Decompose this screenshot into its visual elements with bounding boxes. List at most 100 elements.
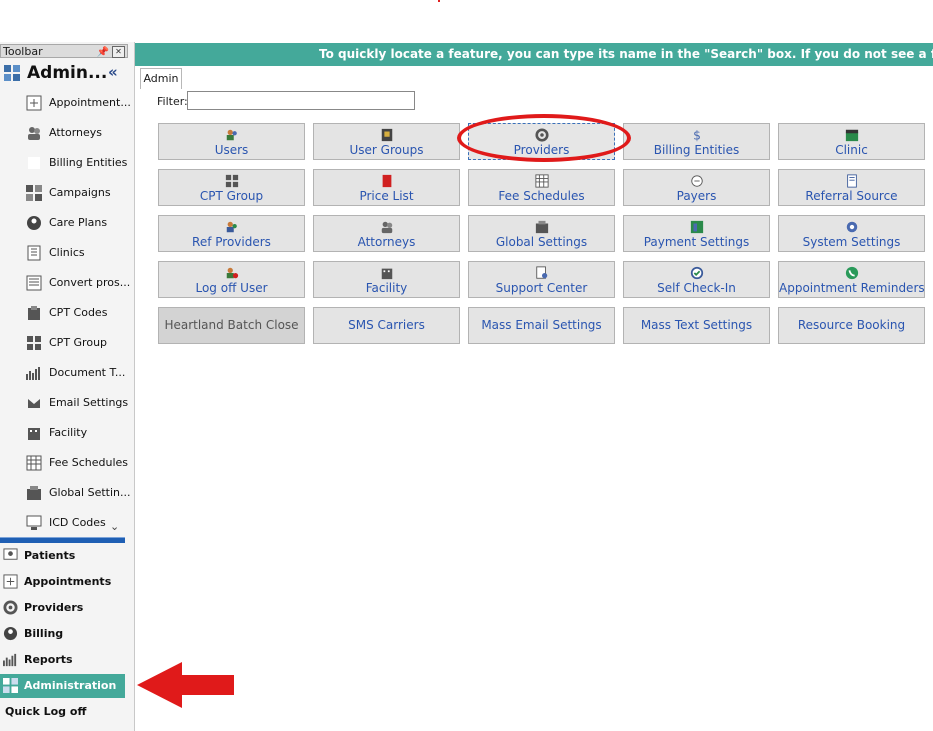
toolbar-item[interactable]: CPT Group bbox=[0, 330, 128, 356]
toolbar-panel: Toolbar 📌 ✕ Admin... « Appointment... Att… bbox=[0, 42, 135, 731]
toolbar-item-label: ICD Codes bbox=[49, 516, 106, 529]
toolbar-section-title: Admin... « bbox=[0, 62, 128, 86]
toolbar-item[interactable]: Campaigns bbox=[0, 180, 128, 206]
feature-button-label: Support Center bbox=[495, 281, 588, 295]
toolbar-header-label: Toolbar bbox=[3, 45, 43, 58]
phone-icon bbox=[845, 266, 859, 280]
feature-button-attorneys[interactable]: Attorneys bbox=[313, 215, 460, 252]
toolbar-item[interactable]: Attorneys bbox=[0, 120, 128, 146]
feature-button-heartland-batch-close: Heartland Batch Close bbox=[158, 307, 305, 344]
nav-item-quick-log-off[interactable]: Quick Log off bbox=[0, 700, 125, 724]
filter-input[interactable] bbox=[187, 91, 415, 110]
toolbar-item-label: Email Settings bbox=[49, 396, 129, 409]
feature-button-label: Resource Booking bbox=[797, 318, 906, 332]
feature-button-log-off-user[interactable]: Log off User bbox=[158, 261, 305, 298]
feature-button-label: Appointment Reminders bbox=[779, 281, 925, 295]
ref-providers-icon bbox=[226, 221, 237, 233]
nav-item-billing[interactable]: Billing bbox=[0, 622, 125, 646]
nav-item-appointments[interactable]: Appointments bbox=[0, 570, 125, 594]
feature-button-label: Fee Schedules bbox=[498, 189, 585, 203]
toolbar-item[interactable]: CPT Codes bbox=[0, 300, 128, 326]
toolbar-item-label: Fee Schedules bbox=[49, 456, 129, 469]
self-check-in-icon bbox=[690, 266, 704, 280]
toolbar-item[interactable]: Fee Schedules bbox=[0, 450, 128, 476]
feature-button-label: User Groups bbox=[349, 143, 424, 157]
toolbar-header: Toolbar 📌 ✕ bbox=[0, 44, 128, 58]
tab-admin[interactable]: Admin bbox=[140, 68, 182, 89]
appointment-icon bbox=[26, 95, 42, 111]
feature-button-facility[interactable]: Facility bbox=[313, 261, 460, 298]
feature-button-users[interactable]: Users bbox=[158, 123, 305, 160]
payment-settings-icon bbox=[690, 220, 704, 234]
window-top-area bbox=[0, 0, 933, 40]
care-plans-icon bbox=[27, 216, 41, 230]
nav-item-administration[interactable]: Administration bbox=[0, 674, 125, 698]
nav-item-label: Reports bbox=[24, 653, 73, 666]
toolbar-item[interactable]: Convert pros... bbox=[0, 270, 130, 296]
nav-item-reports[interactable]: Reports bbox=[0, 648, 125, 672]
feature-button-payment-settings[interactable]: Payment Settings bbox=[623, 215, 770, 252]
document-templates-icon bbox=[26, 367, 40, 380]
feature-button-appointment-reminders[interactable]: Appointment Reminders bbox=[778, 261, 925, 298]
toolbar-item[interactable]: Document T... bbox=[0, 360, 128, 386]
users-icon bbox=[226, 129, 237, 141]
red-mark bbox=[438, 0, 440, 2]
feature-button-billing-entities[interactable]: $ Billing Entities bbox=[623, 123, 770, 160]
panel-splitter[interactable] bbox=[0, 537, 125, 543]
feature-button-cpt-group[interactable]: CPT Group bbox=[158, 169, 305, 206]
toolbar-item[interactable]: Global Settin... bbox=[0, 480, 130, 506]
toolbar-item-label: CPT Group bbox=[49, 336, 108, 349]
feature-button-label: Billing Entities bbox=[653, 143, 740, 157]
feature-button-mass-email-settings[interactable]: Mass Email Settings bbox=[468, 307, 615, 344]
feature-button-ref-providers[interactable]: Ref Providers bbox=[158, 215, 305, 252]
toolbar-item[interactable]: Facility bbox=[0, 420, 128, 446]
toolbar-item[interactable]: Appointment... bbox=[0, 90, 131, 116]
price-list-icon bbox=[382, 174, 392, 188]
feature-button-mass-text-settings[interactable]: Mass Text Settings bbox=[623, 307, 770, 344]
feature-button-global-settings[interactable]: Global Settings bbox=[468, 215, 615, 252]
toolbar-item[interactable]: Email Settings bbox=[0, 390, 128, 416]
payers-icon bbox=[691, 175, 703, 187]
pin-icon[interactable]: 📌 bbox=[97, 46, 109, 60]
providers-icon bbox=[535, 128, 549, 142]
toolbar-item[interactable]: Clinics bbox=[0, 240, 128, 266]
feature-button-label: Payment Settings bbox=[643, 235, 750, 249]
nav-item-label: Billing bbox=[24, 627, 64, 640]
feature-button-user-groups[interactable]: User Groups bbox=[313, 123, 460, 160]
nav-item-patients[interactable]: Patients bbox=[0, 544, 125, 568]
feature-button-clinic[interactable]: Clinic bbox=[778, 123, 925, 160]
global-settings-icon bbox=[535, 220, 549, 234]
feature-button-resource-booking[interactable]: Resource Booking bbox=[778, 307, 925, 344]
collapse-button[interactable]: « bbox=[108, 63, 118, 81]
feature-button-self-check-in[interactable]: Self Check-In bbox=[623, 261, 770, 298]
feature-button-system-settings[interactable]: System Settings bbox=[778, 215, 925, 252]
campaigns-icon bbox=[26, 185, 42, 201]
global-settings-icon bbox=[27, 486, 41, 500]
feature-button-label: Price List bbox=[359, 189, 414, 203]
feature-button-fee-schedules[interactable]: Fee Schedules bbox=[468, 169, 615, 206]
feature-button-price-list[interactable]: Price List bbox=[313, 169, 460, 206]
toolbar-item-label: Document T... bbox=[49, 366, 126, 379]
toolbar-item[interactable]: Care Plans bbox=[0, 210, 128, 236]
toolbar-item-label: Attorneys bbox=[49, 126, 102, 139]
toolbar-item-label: Clinics bbox=[49, 246, 85, 259]
feature-button-support-center[interactable]: Support Center bbox=[468, 261, 615, 298]
feature-button-providers[interactable]: Providers bbox=[468, 123, 615, 160]
feature-button-payers[interactable]: Payers bbox=[623, 169, 770, 206]
feature-button-referral-source[interactable]: Referral Source bbox=[778, 169, 925, 206]
feature-button-label: Mass Email Settings bbox=[481, 318, 602, 332]
info-banner: To quickly locate a feature, you can typ… bbox=[135, 43, 933, 66]
billing-entities-icon bbox=[28, 157, 40, 169]
toolbar-item[interactable]: ICD Codes bbox=[0, 510, 128, 536]
billing-icon bbox=[3, 626, 18, 641]
icd-codes-icon bbox=[26, 515, 42, 530]
feature-button-label: Mass Text Settings bbox=[640, 318, 753, 332]
fee-schedules-icon bbox=[535, 174, 549, 188]
clinics-icon bbox=[27, 245, 41, 261]
chevron-down-icon[interactable]: ⌄ bbox=[110, 520, 119, 533]
nav-item-providers[interactable]: Providers bbox=[0, 596, 125, 620]
feature-button-label: SMS Carriers bbox=[348, 318, 425, 332]
toolbar-item[interactable]: Billing Entities bbox=[0, 150, 128, 176]
feature-button-sms-carriers[interactable]: SMS Carriers bbox=[313, 307, 460, 344]
close-icon[interactable]: ✕ bbox=[112, 46, 125, 58]
